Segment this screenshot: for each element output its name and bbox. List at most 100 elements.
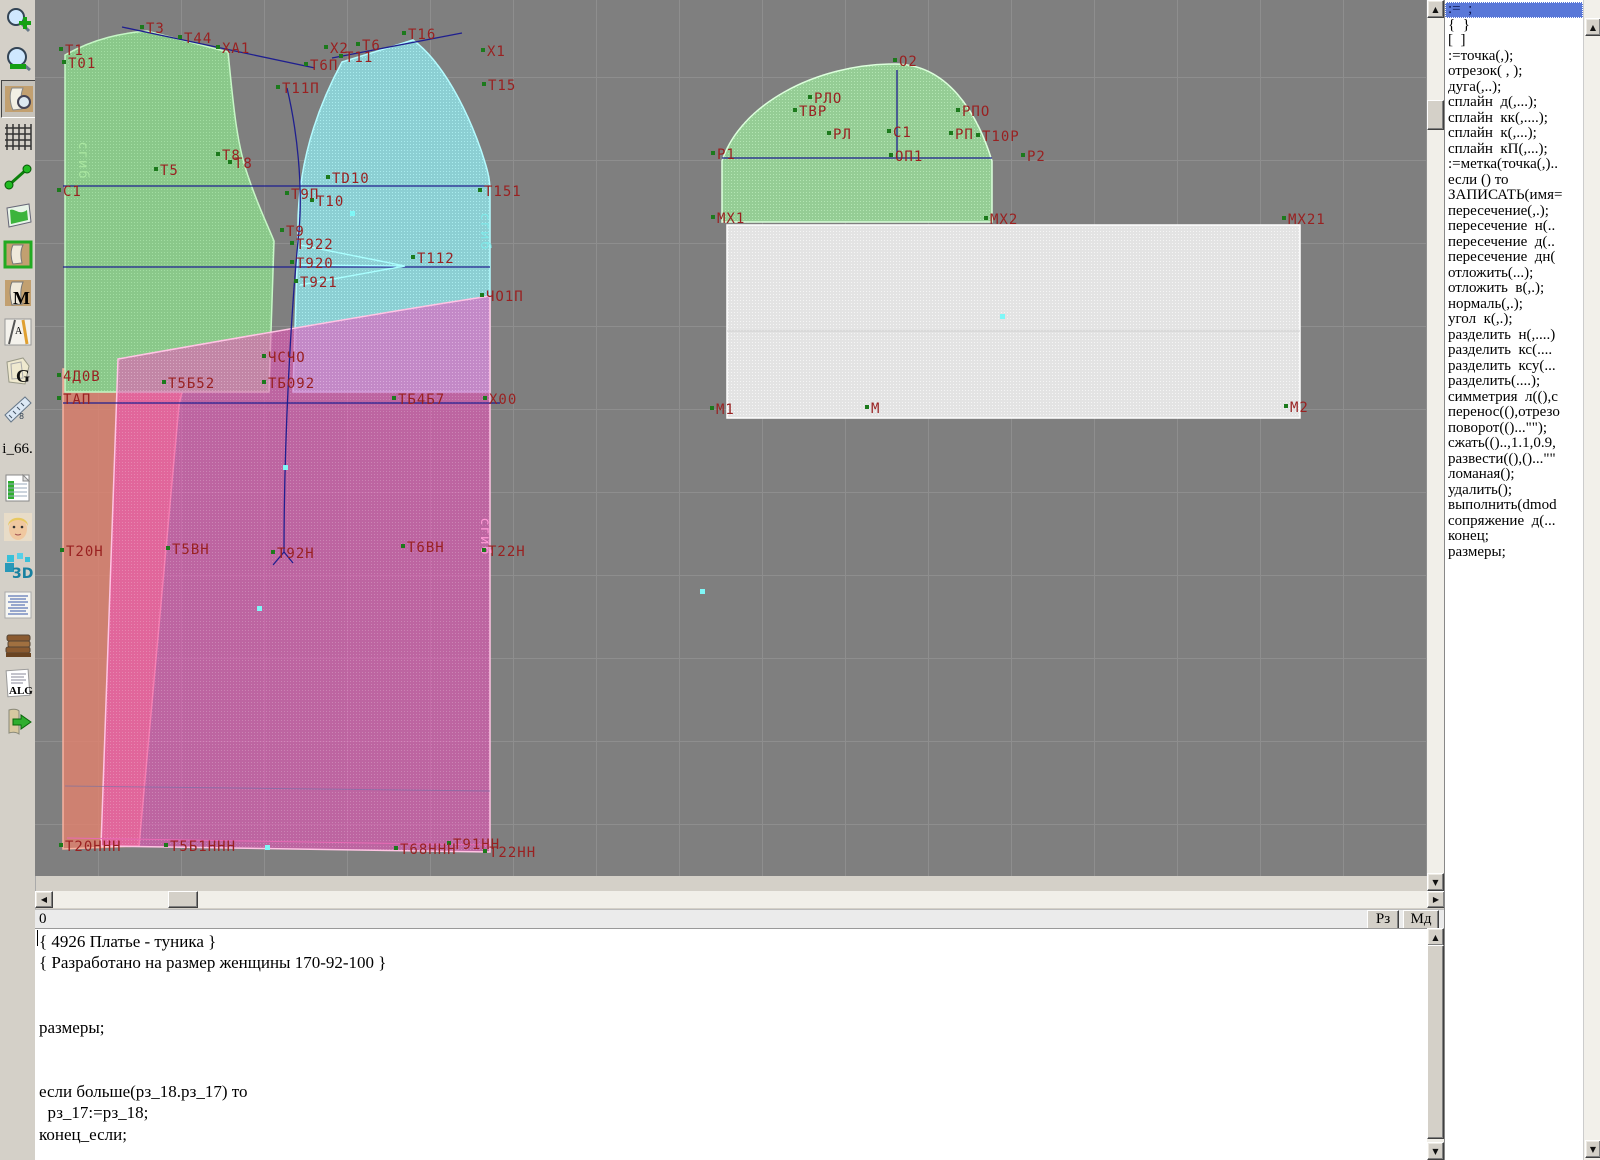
pattern-point[interactable]	[893, 58, 897, 62]
pattern-point[interactable]	[285, 191, 289, 195]
pattern-point[interactable]	[154, 167, 158, 171]
pattern-point[interactable]	[59, 843, 63, 847]
command-item[interactable]: размеры;	[1445, 545, 1583, 561]
pattern-point[interactable]	[711, 215, 715, 219]
command-item[interactable]: удалить();	[1445, 483, 1583, 499]
command-item[interactable]: разделить н(,....)	[1445, 328, 1583, 344]
pattern-point[interactable]	[290, 260, 294, 264]
pattern-point[interactable]	[481, 48, 485, 52]
model-photo-button[interactable]	[1, 509, 34, 545]
pattern-point[interactable]	[949, 131, 953, 135]
pattern-point[interactable]	[60, 548, 64, 552]
map-tool-button[interactable]	[1, 197, 34, 233]
pattern-point[interactable]	[140, 25, 144, 29]
command-item[interactable]: сплайн кП(,...);	[1445, 142, 1583, 158]
h-scroll-thumb[interactable]	[168, 891, 198, 908]
pattern-point[interactable]	[178, 35, 182, 39]
command-item[interactable]: [ ]	[1445, 33, 1583, 49]
command-item[interactable]: сплайн д(,...);	[1445, 95, 1583, 111]
pattern-point[interactable]	[392, 396, 396, 400]
command-list-scrollbar[interactable]: ▲ ▼	[1583, 0, 1600, 1160]
pattern-point[interactable]	[887, 129, 891, 133]
pattern-point[interactable]	[827, 131, 831, 135]
exit-tool-button[interactable]	[1, 704, 34, 740]
command-item[interactable]: развести((),()...""	[1445, 452, 1583, 468]
pattern-point[interactable]	[480, 293, 484, 297]
pattern-point[interactable]	[290, 241, 294, 245]
ruler-tool-button[interactable]: 8	[1, 392, 34, 428]
pattern-point[interactable]	[324, 45, 328, 49]
pattern-point[interactable]	[294, 279, 298, 283]
command-item[interactable]: пересечение дн(	[1445, 250, 1583, 266]
command-item[interactable]: разделить кс(....	[1445, 343, 1583, 359]
command-item[interactable]: разделить ксу(...	[1445, 359, 1583, 375]
selection-handle[interactable]	[700, 589, 705, 594]
command-item[interactable]: симметрия л((),с	[1445, 390, 1583, 406]
pattern-point[interactable]	[216, 152, 220, 156]
pattern-point[interactable]	[262, 380, 266, 384]
books-tool-button[interactable]	[1, 626, 34, 662]
command-item[interactable]: перенос((),отрезо	[1445, 405, 1583, 421]
command-item[interactable]: выполнить(dmod	[1445, 498, 1583, 514]
pattern-point[interactable]	[326, 175, 330, 179]
pattern-point[interactable]	[402, 31, 406, 35]
pattern-point[interactable]	[984, 216, 988, 220]
command-item[interactable]: сопряжение д(...	[1445, 514, 1583, 530]
command-item[interactable]: :=точка(,);	[1445, 49, 1583, 65]
piece-zoom-button[interactable]	[1, 80, 36, 118]
editor-scroll-down-button[interactable]: ▼	[1427, 1142, 1444, 1160]
command-item[interactable]: ломаная();	[1445, 467, 1583, 483]
piece-g-tool-button[interactable]: G	[1, 353, 34, 389]
measure-tool-button[interactable]	[1, 158, 34, 194]
rz-button[interactable]: Рз	[1367, 910, 1399, 930]
selection-handle[interactable]	[283, 465, 288, 470]
v-scroll-thumb[interactable]	[1427, 100, 1444, 130]
editor-scroll-up-button[interactable]: ▲	[1427, 928, 1444, 946]
command-item[interactable]: отложить в(,.);	[1445, 281, 1583, 297]
canvas-h-scrollbar[interactable]: ◀ ▶	[35, 891, 1444, 909]
command-item[interactable]: нормаль(,.);	[1445, 297, 1583, 313]
pattern-point[interactable]	[276, 85, 280, 89]
selection-handle[interactable]	[257, 606, 262, 611]
pattern-point[interactable]	[793, 108, 797, 112]
selection-handle[interactable]	[1000, 314, 1005, 319]
pattern-point[interactable]	[976, 133, 980, 137]
pattern-point[interactable]	[166, 546, 170, 550]
scroll-right-button[interactable]: ▶	[1427, 891, 1445, 908]
alg-tool-button[interactable]: ALG	[1, 665, 34, 701]
piece-m-tool-button[interactable]: M	[1, 275, 34, 311]
code-editor[interactable]: { 4926 Платье - туника }{ Разработано на…	[35, 928, 1427, 1160]
command-item[interactable]: отложить(...);	[1445, 266, 1583, 282]
text-list-button[interactable]	[1, 587, 34, 623]
pattern-point[interactable]	[216, 45, 220, 49]
pattern-point[interactable]	[164, 843, 168, 847]
ruler-a-tool-button[interactable]: А	[1, 314, 34, 350]
command-item[interactable]: сплайн к(,...);	[1445, 126, 1583, 142]
pattern-point[interactable]	[57, 373, 61, 377]
command-item[interactable]: := ;	[1445, 2, 1583, 18]
pattern-point[interactable]	[59, 47, 63, 51]
command-item[interactable]: сжать(()..,1.1,0.9,	[1445, 436, 1583, 452]
table-tool-button[interactable]	[1, 470, 34, 506]
pattern-point[interactable]	[1021, 153, 1025, 157]
command-item[interactable]: пересечение д(..	[1445, 235, 1583, 251]
pattern-point[interactable]	[808, 95, 812, 99]
pattern-point[interactable]	[956, 108, 960, 112]
cmd-scroll-up-button[interactable]: ▲	[1585, 18, 1600, 36]
command-item[interactable]: пересечение н(..	[1445, 219, 1583, 235]
pattern-point[interactable]	[62, 60, 66, 64]
command-item[interactable]: ЗАПИСАТЬ(имя=	[1445, 188, 1583, 204]
pattern-point[interactable]	[478, 188, 482, 192]
pattern-point[interactable]	[356, 42, 360, 46]
i66-label[interactable]: i_66.	[1, 431, 34, 467]
command-item[interactable]: отрезок( , );	[1445, 64, 1583, 80]
zoom-in-button[interactable]	[1, 2, 34, 38]
pattern-point[interactable]	[304, 62, 308, 66]
pattern-point[interactable]	[865, 405, 869, 409]
command-item[interactable]: поворот(()..."");	[1445, 421, 1583, 437]
pattern-point[interactable]	[271, 550, 275, 554]
pattern-point[interactable]	[162, 380, 166, 384]
pattern-point[interactable]	[262, 354, 266, 358]
pattern-point[interactable]	[710, 406, 714, 410]
editor-v-scrollbar[interactable]: ▲ ▼	[1427, 928, 1444, 1160]
